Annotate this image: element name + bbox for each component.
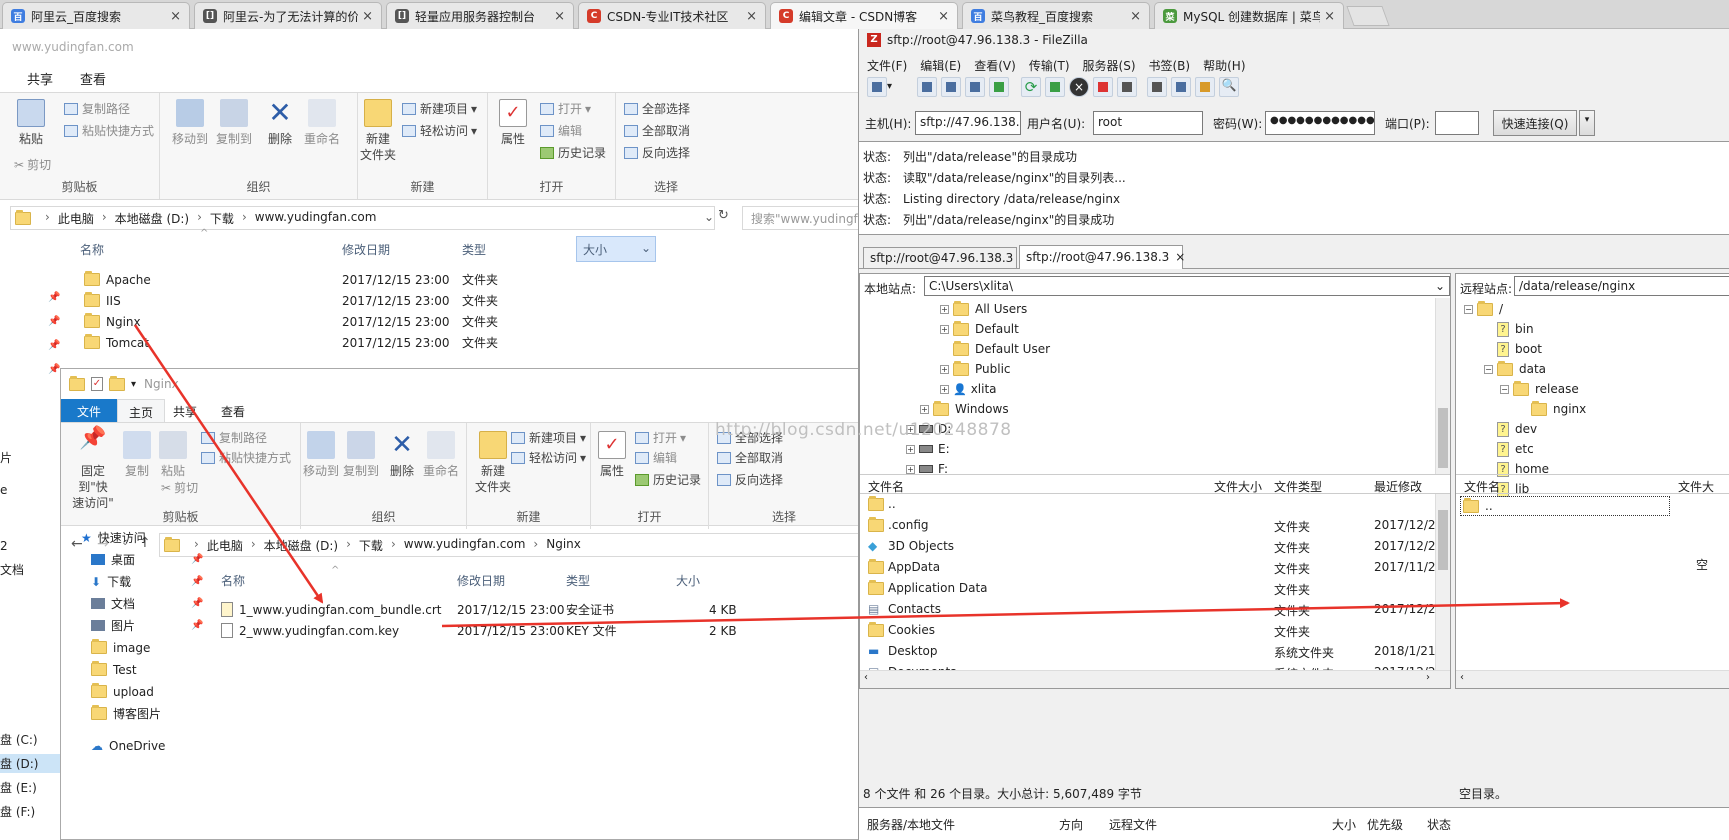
arrow-files-to-remote: [441, 598, 1570, 628]
arrow-nginx-to-files: [133, 324, 324, 604]
annotation-arrows: [133, 324, 1570, 628]
